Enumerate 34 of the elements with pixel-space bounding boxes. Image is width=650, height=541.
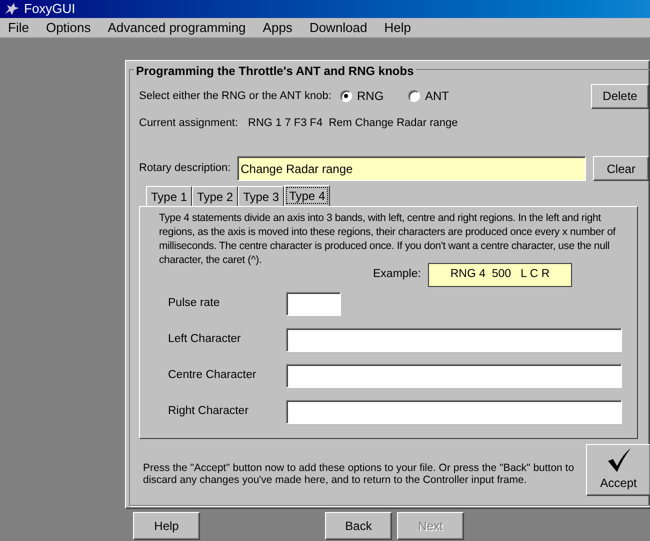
character-field[interactable] (286, 400, 622, 424)
menu-item[interactable]: Options (46, 18, 91, 38)
menu-item[interactable]: Advanced programming (108, 18, 246, 38)
example-label: Example: (373, 267, 422, 282)
rotary-label: Rotary description: (139, 161, 232, 176)
radio-option[interactable]: RNG (340, 87, 408, 105)
radio-option[interactable]: ANT (408, 87, 476, 105)
tab[interactable]: Type 1 (146, 186, 192, 206)
nav-button[interactable]: Help (133, 512, 200, 540)
menu-item[interactable]: Apps (262, 18, 292, 38)
example-value: RNG 4 500 L C R (428, 263, 572, 287)
menu-item[interactable]: Download (309, 18, 368, 38)
nav-button[interactable]: Back (325, 512, 392, 540)
assignment-value: RNG 1 7 F3 F4 Rem Change Radar range (248, 116, 458, 131)
accept-button[interactable]: Accept (586, 444, 650, 496)
clear-button[interactable]: Clear (593, 156, 649, 181)
tab[interactable]: Type 2 (192, 186, 238, 206)
character-field[interactable] (286, 292, 341, 316)
footer-instructions: Press the "Accept" button now to add these options to your file. Or press the "Back" button to discard any changes you've made here, and to return to the Controller input frame. (142, 461, 576, 486)
tab[interactable]: Type 3 (238, 186, 284, 206)
character-field[interactable] (286, 364, 622, 388)
character-field[interactable] (286, 328, 622, 352)
field-label: Right Character (168, 404, 250, 420)
field-label: Centre Character (168, 368, 258, 384)
field-label: Pulse rate (168, 296, 221, 312)
rotary-description-field[interactable]: Change Radar range (236, 156, 586, 181)
tab[interactable]: Type 4 (284, 185, 330, 206)
field-label: Left Character (168, 332, 242, 348)
window-title: FoxyGUI (24, 0, 76, 18)
menu-item[interactable]: Help (384, 18, 412, 38)
menu-item[interactable]: File (8, 18, 29, 38)
knob-select-label: Select either the RNG or the ANT knob: (139, 88, 332, 104)
delete-button[interactable]: Delete (591, 84, 649, 108)
assignment-label: Current assignment: (139, 116, 238, 131)
